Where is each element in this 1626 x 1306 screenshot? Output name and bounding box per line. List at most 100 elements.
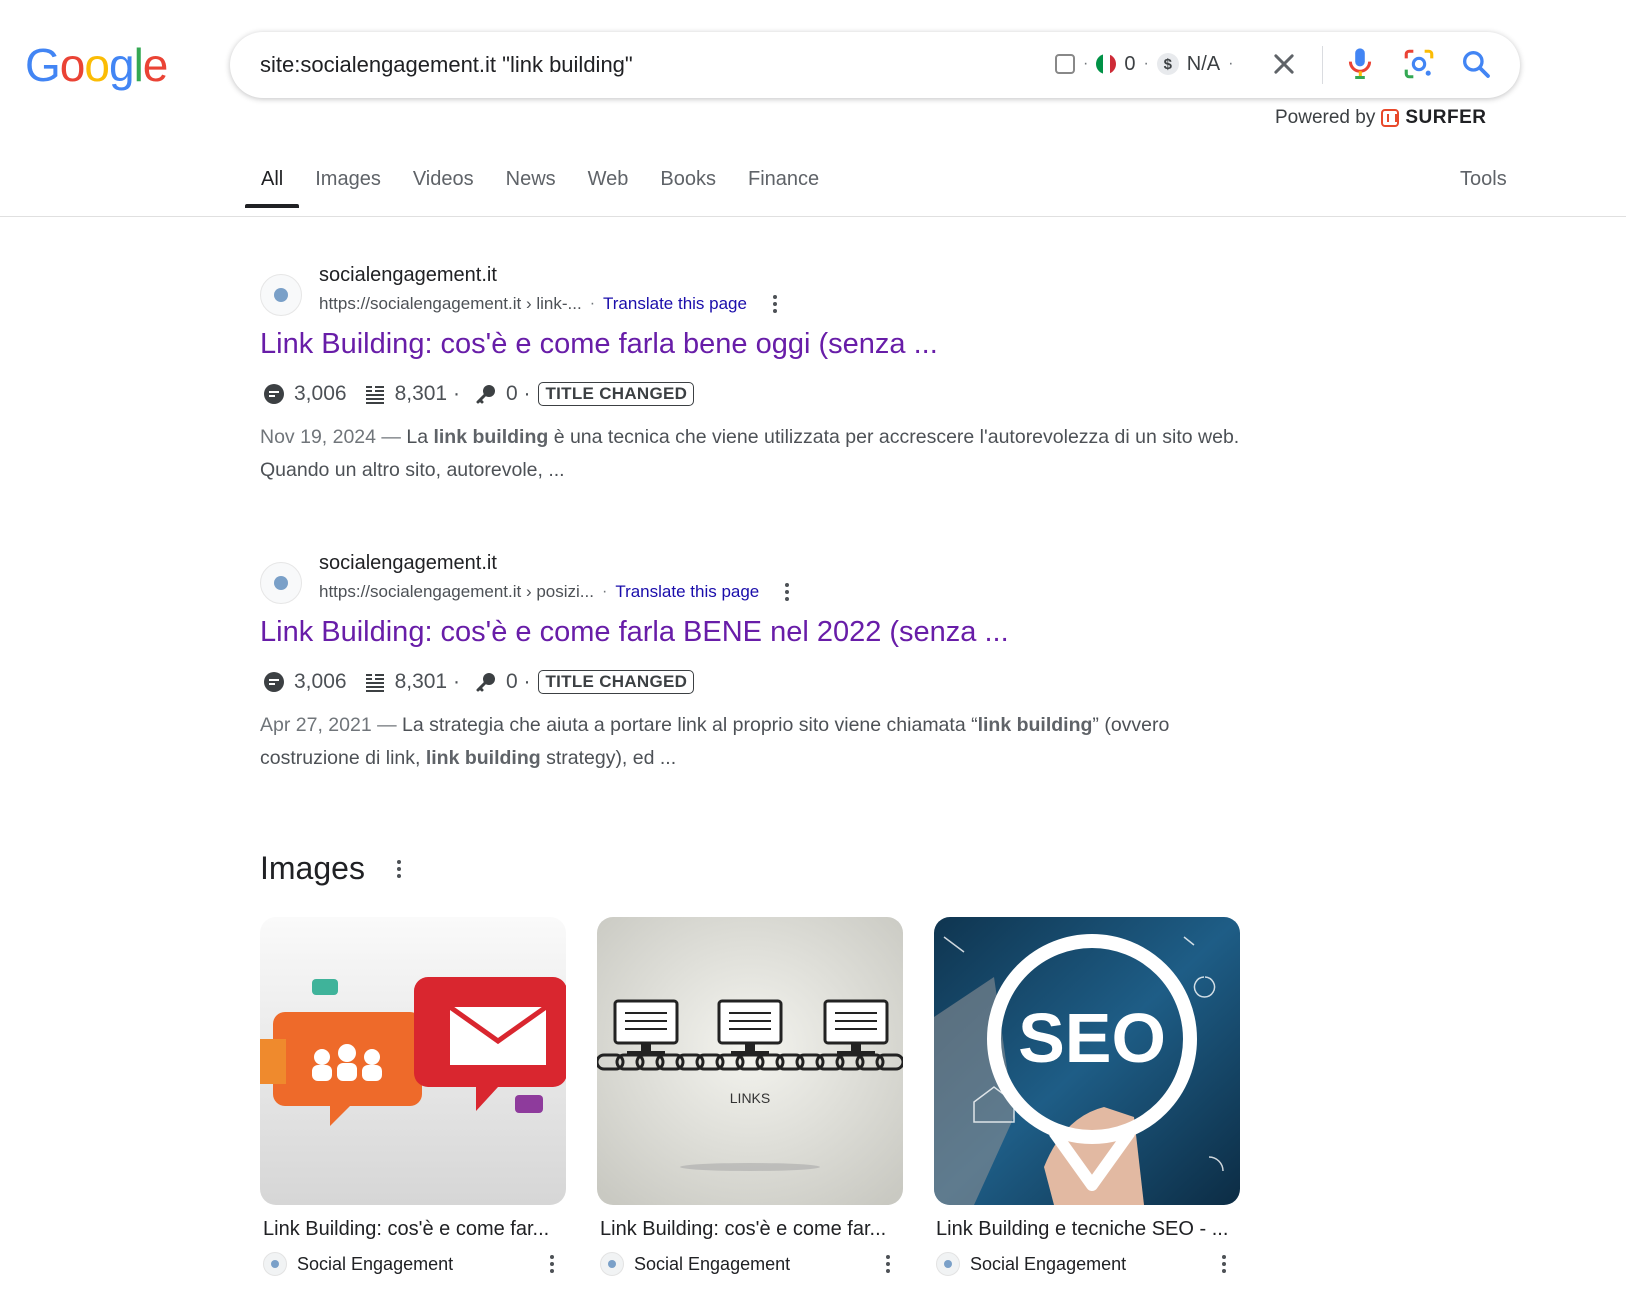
images-more-options-icon[interactable] (397, 860, 401, 878)
logo-letter: G (25, 39, 61, 91)
more-options-icon[interactable] (772, 295, 777, 313)
seo-text: SEO (1018, 999, 1166, 1077)
separator-dot: · (589, 295, 596, 312)
images-section-heading: Images (260, 850, 365, 886)
result-snippet: Apr 27, 2021 — La strategia che aiuta a … (260, 709, 1240, 775)
extension-checkbox[interactable] (1055, 54, 1075, 74)
snippet-keyword: link building (977, 714, 1093, 736)
snippet-text: strategy), ed ... (540, 747, 677, 769)
source-favicon-icon (263, 1252, 287, 1276)
tools-button[interactable]: Tools (1460, 168, 1507, 191)
result-url-text[interactable]: https://socialengagement.it › posizi... (319, 582, 594, 602)
google-logo[interactable]: Google (25, 38, 169, 92)
logo-letter: o (84, 39, 110, 91)
result-site-name[interactable]: socialengagement.it (319, 264, 497, 287)
image-result-thumbnail[interactable]: LINKS (597, 917, 903, 1205)
site-favicon-icon[interactable] (260, 562, 302, 604)
snippet-text: La (406, 426, 434, 448)
tab-news[interactable]: News (490, 168, 572, 207)
logo-letter: l (133, 39, 144, 91)
separator-dot: · (601, 583, 608, 600)
key-icon (476, 385, 495, 404)
snippet-date: Nov 19, 2024 — (260, 426, 407, 448)
tab-finance[interactable]: Finance (732, 168, 835, 207)
tab-videos[interactable]: Videos (397, 168, 490, 207)
microphone-icon[interactable] (1345, 46, 1375, 82)
snippet-keyword: link building (433, 426, 549, 448)
translate-link[interactable]: Translate this page (603, 294, 747, 314)
image-source-name: Social Engagement (970, 1253, 1127, 1274)
snippet-keyword: link building (425, 747, 541, 769)
separator-dot: · (1228, 55, 1234, 72)
google-lens-icon[interactable] (1402, 47, 1436, 81)
image-more-options-icon[interactable] (1222, 1255, 1226, 1273)
word-count-icon (365, 386, 384, 404)
image-result-source[interactable]: Social Engagement (263, 1252, 453, 1276)
image-result-source[interactable]: Social Engagement (600, 1252, 790, 1276)
title-changed-badge: TITLE CHANGED (538, 382, 695, 406)
result-url[interactable]: https://socialengagement.it › posizi... … (319, 582, 790, 602)
search-icon[interactable] (1460, 48, 1492, 80)
search-input[interactable]: site:socialengagement.it "link building" (260, 52, 633, 78)
result-metrics: 3,006 8,301 · 0 · TITLE CHANGED (262, 382, 695, 406)
divider (1322, 46, 1323, 84)
more-options-icon[interactable] (785, 583, 790, 601)
tabs-divider (0, 216, 1626, 217)
linked-computers-illustration: LINKS (597, 917, 903, 1205)
powered-by-surfer[interactable]: Powered by SURFER (1275, 107, 1486, 129)
extension-cpc: N/A (1186, 52, 1221, 75)
metric-traffic: 3,006 (294, 382, 347, 405)
metric-words: 8,301 · (394, 670, 460, 693)
tab-all[interactable]: All (245, 168, 300, 208)
search-tabs: All Images Videos News Web Books Finance (245, 168, 835, 208)
metric-words: 8,301 · (394, 382, 460, 405)
image-result-caption[interactable]: Link Building: cos'è e come far... (263, 1218, 549, 1241)
search-result: socialengagement.it https://socialengage… (260, 264, 1240, 484)
result-url-text[interactable]: https://socialengagement.it › link-... (319, 294, 582, 314)
clear-icon[interactable] (1270, 50, 1298, 78)
image-source-name: Social Engagement (634, 1253, 791, 1274)
surfer-brand: SURFER (1405, 107, 1487, 128)
source-favicon-icon (600, 1252, 624, 1276)
source-favicon-icon (936, 1252, 960, 1276)
tab-images[interactable]: Images (299, 168, 397, 207)
result-snippet: Nov 19, 2024 — La link building è una te… (260, 421, 1240, 487)
image-result-source[interactable]: Social Engagement (936, 1252, 1126, 1276)
dollar-icon: $ (1156, 53, 1179, 75)
tab-books[interactable]: Books (644, 168, 732, 207)
traffic-icon (264, 672, 284, 692)
links-text: LINKS (730, 1090, 770, 1106)
image-more-options-icon[interactable] (886, 1255, 890, 1273)
surfer-logo-icon (1381, 109, 1400, 127)
key-icon (476, 673, 495, 692)
result-site-name[interactable]: socialengagement.it (319, 552, 497, 575)
image-result-caption[interactable]: Link Building: cos'è e come far... (600, 1218, 886, 1241)
image-more-options-icon[interactable] (550, 1255, 554, 1273)
search-result: socialengagement.it https://socialengage… (260, 552, 1240, 772)
image-result-thumbnail[interactable] (260, 917, 566, 1205)
italy-flag-icon (1096, 54, 1117, 74)
seo-extension-bar: · 0 · $ N/A · (1055, 46, 1233, 82)
separator-dot: · (1143, 55, 1149, 72)
seo-illustration: SEO (934, 917, 1240, 1205)
metric-keywords: 0 · (505, 382, 531, 405)
result-title-link[interactable]: Link Building: cos'è e come farla bene o… (260, 328, 938, 361)
tab-web[interactable]: Web (572, 168, 645, 207)
result-metrics: 3,006 8,301 · 0 · TITLE CHANGED (262, 670, 695, 694)
search-box[interactable]: site:socialengagement.it "link building"… (230, 32, 1520, 98)
metric-traffic: 3,006 (294, 670, 347, 693)
result-url[interactable]: https://socialengagement.it › link-... ·… (319, 294, 777, 314)
image-source-name: Social Engagement (297, 1253, 454, 1274)
site-favicon-icon[interactable] (260, 274, 302, 316)
image-result-caption[interactable]: Link Building e tecniche SEO - ... (936, 1218, 1228, 1241)
word-count-icon (365, 674, 384, 692)
image-result-thumbnail[interactable]: SEO (934, 917, 1240, 1205)
title-changed-badge: TITLE CHANGED (538, 670, 695, 694)
result-title-link[interactable]: Link Building: cos'è e come farla BENE n… (260, 616, 1009, 649)
traffic-icon (264, 384, 284, 404)
logo-letter: e (142, 39, 169, 91)
translate-link[interactable]: Translate this page (615, 582, 759, 602)
metric-keywords: 0 · (505, 670, 531, 693)
chat-bubbles-illustration (260, 917, 566, 1205)
logo-letter: g (108, 39, 135, 91)
